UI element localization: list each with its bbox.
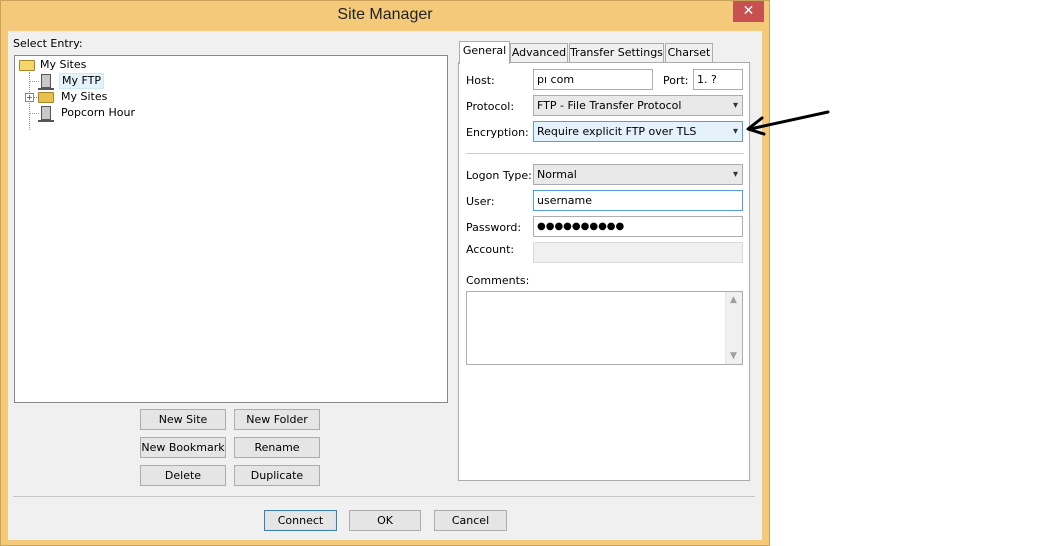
scroll-up-icon[interactable]: ▲ xyxy=(730,295,737,305)
password-input[interactable]: ●●●●●●●●●● xyxy=(533,216,743,237)
annotation-arrow-icon xyxy=(746,110,830,136)
encryption-select[interactable]: Require explicit FTP over TLS ▾ xyxy=(533,121,743,142)
user-label: User: xyxy=(466,195,495,208)
folder-icon xyxy=(38,92,54,103)
account-label: Account: xyxy=(466,243,515,256)
cancel-button[interactable]: Cancel xyxy=(434,510,507,531)
dialog-client: Select Entry: My Sites My FTP + My Sites xyxy=(8,31,762,540)
tab-general[interactable]: General xyxy=(459,41,510,64)
server-icon xyxy=(38,106,54,122)
scroll-down-icon[interactable]: ▼ xyxy=(730,351,737,361)
chevron-down-icon: ▾ xyxy=(732,126,738,137)
footer-divider xyxy=(13,496,755,497)
divider xyxy=(466,153,744,154)
open-folder-icon xyxy=(19,60,35,71)
port-input[interactable]: 1. ? xyxy=(693,69,743,90)
encryption-label: Encryption: xyxy=(466,126,529,139)
close-icon[interactable]: ✕ xyxy=(733,1,764,22)
host-input[interactable]: pı com xyxy=(533,69,653,90)
server-icon xyxy=(38,74,54,90)
site-manager-window: Site Manager ✕ Select Entry: My Sites My… xyxy=(0,0,770,546)
chevron-down-icon: ▾ xyxy=(732,100,738,111)
select-entry-label: Select Entry: xyxy=(13,37,83,50)
logon-type-select[interactable]: Normal ▾ xyxy=(533,164,743,185)
chevron-down-icon: ▾ xyxy=(732,169,738,180)
encryption-value: Require explicit FTP over TLS xyxy=(537,125,697,138)
title-bar[interactable]: Site Manager ✕ xyxy=(1,1,769,31)
site-tree[interactable]: My Sites My FTP + My Sites Popcorn Hour xyxy=(14,55,448,403)
password-label: Password: xyxy=(466,221,522,234)
tree-line xyxy=(29,113,39,114)
logon-type-value: Normal xyxy=(537,168,577,181)
new-site-button[interactable]: New Site xyxy=(140,409,226,430)
general-tab-panel: Host: pı com Port: 1. ? Protocol: FTP - … xyxy=(458,62,750,481)
ok-button[interactable]: OK xyxy=(349,510,421,531)
user-input[interactable]: username xyxy=(533,190,743,211)
tab-transfer-settings[interactable]: Transfer Settings xyxy=(569,43,664,63)
new-bookmark-button[interactable]: New Bookmark xyxy=(140,437,226,458)
account-input xyxy=(533,242,743,263)
delete-button[interactable]: Delete xyxy=(140,465,226,486)
host-label: Host: xyxy=(466,74,495,87)
tab-charset[interactable]: Charset xyxy=(665,43,713,63)
protocol-label: Protocol: xyxy=(466,100,515,113)
duplicate-button[interactable]: Duplicate xyxy=(234,465,320,486)
comments-label: Comments: xyxy=(466,274,530,287)
protocol-value: FTP - File Transfer Protocol xyxy=(537,99,682,112)
window-title: Site Manager xyxy=(337,6,433,23)
comments-textarea[interactable]: ▲ ▼ xyxy=(466,291,743,365)
logon-type-label: Logon Type: xyxy=(466,169,532,182)
tab-advanced[interactable]: Advanced xyxy=(510,43,568,63)
protocol-select[interactable]: FTP - File Transfer Protocol ▾ xyxy=(533,95,743,116)
tree-line xyxy=(29,81,39,82)
port-label: Port: xyxy=(663,74,689,87)
rename-button[interactable]: Rename xyxy=(234,437,320,458)
connect-button[interactable]: Connect xyxy=(264,510,337,531)
comments-scrollbar[interactable]: ▲ ▼ xyxy=(725,292,742,364)
expand-icon[interactable]: + xyxy=(25,93,34,102)
new-folder-button[interactable]: New Folder xyxy=(234,409,320,430)
